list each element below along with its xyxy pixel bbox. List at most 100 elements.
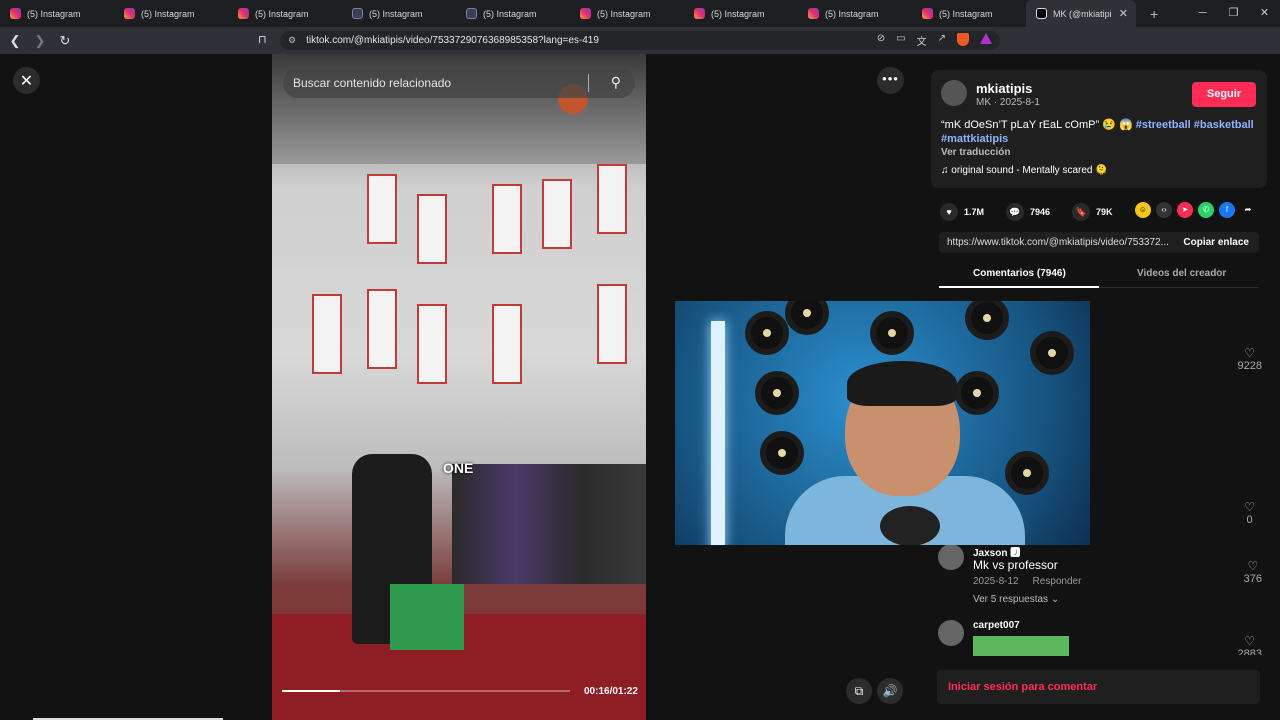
tab-label: (5) Instagram: [369, 8, 423, 19]
reload-icon[interactable]: ↻: [55, 33, 75, 49]
url-bar[interactable]: ⚙ tiktok.com/@mkiatipis/video/7533729076…: [280, 31, 1000, 50]
more-options-button[interactable]: •••: [877, 67, 904, 94]
bookmark-icon[interactable]: ⊓: [258, 33, 267, 46]
tab-label: (5) Instagram: [141, 8, 195, 19]
share-icon[interactable]: ↗: [938, 33, 946, 48]
video-time: 00:16/01:22: [584, 686, 638, 697]
sound-link[interactable]: ♫ original sound - Mentally scared 🫠: [941, 165, 1108, 176]
commenter-avatar[interactable]: [938, 544, 964, 570]
comment-text: Mk vs professor: [973, 558, 1058, 572]
vinyl-record: [760, 431, 804, 475]
bookmark-favicon-icon: [352, 8, 363, 19]
comment-like-count: 2883: [1237, 648, 1262, 655]
video-progress-bar[interactable]: [282, 690, 570, 692]
comment-like[interactable]: ♡ 0: [1244, 500, 1255, 526]
site-info-icon[interactable]: ⚙: [288, 35, 296, 46]
browser-tab[interactable]: (5) Instagram: [0, 0, 114, 27]
restore-icon[interactable]: ❐: [1218, 0, 1249, 27]
video-player[interactable]: ONE Buscar contenido relacionado ⚲ 00:16…: [272, 54, 646, 720]
browser-tab[interactable]: (5) Instagram: [684, 0, 798, 27]
instagram-favicon-icon: [694, 8, 705, 19]
video-caption: ONE: [443, 460, 474, 476]
creator-meta: MK · 2025-8-1: [976, 97, 1040, 108]
close-window-icon[interactable]: ✕: [1249, 0, 1280, 27]
vinyl-record: [785, 301, 829, 335]
close-tab-icon[interactable]: ✕: [1119, 7, 1128, 20]
instagram-favicon-icon: [808, 8, 819, 19]
gym-banner: [542, 179, 572, 249]
gym-banner: [597, 284, 627, 364]
brave-rewards-icon[interactable]: [980, 33, 992, 44]
volume-icon: 🔊: [882, 684, 898, 698]
comment-like[interactable]: ♡ 9228: [1238, 346, 1262, 372]
login-to-comment-button[interactable]: Iniciar sesión para comentar: [937, 670, 1260, 704]
brave-shield-icon[interactable]: [957, 33, 969, 46]
hashtag[interactable]: #mattkiatipis: [941, 133, 1008, 145]
microphone: [880, 506, 940, 545]
video-link-field[interactable]: https://www.tiktok.com/@mkiatipis/video/…: [939, 232, 1259, 253]
commenter-avatar[interactable]: [938, 620, 964, 646]
comment-like[interactable]: ♡ 2883: [1238, 634, 1262, 655]
translate-icon[interactable]: 文: [917, 33, 927, 48]
heart-icon[interactable]: ♥: [940, 203, 958, 221]
friends-share-icon[interactable]: ☺: [1135, 202, 1151, 218]
hashtag[interactable]: #streetball: [1136, 119, 1191, 131]
cast-icon[interactable]: ▭: [896, 33, 905, 48]
facebook-icon[interactable]: f: [1219, 202, 1235, 218]
tab-active[interactable]: MK (@mkiatipi ✕: [1026, 0, 1136, 27]
creator-username[interactable]: mkiatipis: [976, 81, 1032, 96]
search-icon[interactable]: ⚲: [611, 74, 621, 91]
comment-date: 2025-8-12: [973, 576, 1019, 587]
related-search-input[interactable]: Buscar contenido relacionado ⚲: [283, 68, 635, 98]
tab-creator-videos[interactable]: Videos del creador: [1137, 268, 1226, 279]
comment-icon[interactable]: 💬: [1006, 203, 1025, 221]
send-icon[interactable]: ➤: [1177, 202, 1193, 218]
bookmark-icon[interactable]: 🔖: [1072, 203, 1091, 221]
close-button[interactable]: ✕: [13, 67, 40, 94]
tab-label: (5) Instagram: [27, 8, 81, 19]
view-replies-button[interactable]: Ver 5 respuestas ⌄: [973, 594, 1059, 605]
instagram-favicon-icon: [124, 8, 135, 19]
volume-button[interactable]: 🔊: [877, 678, 903, 704]
new-tab-icon[interactable]: +: [1150, 6, 1158, 22]
whatsapp-icon[interactable]: ✆: [1198, 202, 1214, 218]
instagram-favicon-icon: [580, 8, 591, 19]
browser-tab[interactable]: (5) Instagram: [342, 0, 456, 27]
commenter-name[interactable]: carpet007: [973, 620, 1020, 631]
browser-tab[interactable]: (5) Instagram: [912, 0, 1026, 27]
comment-like[interactable]: ♡ 376: [1244, 559, 1262, 585]
commenter-name[interactable]: Jaxson 🅹: [973, 544, 1020, 559]
tab-comments[interactable]: Comentarios (7946): [973, 268, 1066, 279]
follow-button[interactable]: Seguir: [1192, 82, 1256, 107]
browser-tab[interactable]: (5) Instagram: [114, 0, 228, 27]
back-icon[interactable]: ❮: [5, 33, 25, 49]
floating-player-button[interactable]: ⧉: [846, 678, 872, 704]
vinyl-record: [745, 311, 789, 355]
tab-label: (5) Instagram: [711, 8, 765, 19]
heart-outline-icon: ♡: [1244, 500, 1255, 514]
comment-image[interactable]: [973, 636, 1069, 656]
close-icon: ✕: [19, 72, 34, 90]
embed-icon[interactable]: ‹›: [1156, 202, 1172, 218]
heart-outline-icon: ♡: [1247, 559, 1259, 573]
browser-tab[interactable]: (5) Instagram: [798, 0, 912, 27]
crowd: [452, 464, 646, 584]
forward-icon[interactable]: ❯: [30, 33, 50, 49]
browser-tab[interactable]: (5) Instagram: [228, 0, 342, 27]
sound-label: original sound - Mentally scared 🫠: [951, 165, 1108, 176]
tab-label: (5) Instagram: [483, 8, 537, 19]
browser-tab[interactable]: (5) Instagram: [570, 0, 684, 27]
share-arrow-icon[interactable]: ➦: [1240, 202, 1256, 218]
creator-avatar[interactable]: [941, 80, 967, 106]
pip-icon: ⧉: [854, 684, 864, 698]
hashtag[interactable]: #basketball: [1194, 119, 1254, 131]
reply-button[interactable]: Responder: [1033, 576, 1082, 587]
reader-off-icon[interactable]: ⊘: [877, 33, 885, 48]
copy-link-button[interactable]: Copiar enlace: [1183, 232, 1249, 253]
neon-light: [711, 321, 725, 545]
see-translation-link[interactable]: Ver traducción: [941, 147, 1010, 158]
like-count: 1.7M: [964, 207, 985, 217]
minimize-icon[interactable]: ─: [1187, 0, 1218, 27]
browser-tab[interactable]: (5) Instagram: [456, 0, 570, 27]
comment-like-count: 9228: [1237, 360, 1262, 372]
